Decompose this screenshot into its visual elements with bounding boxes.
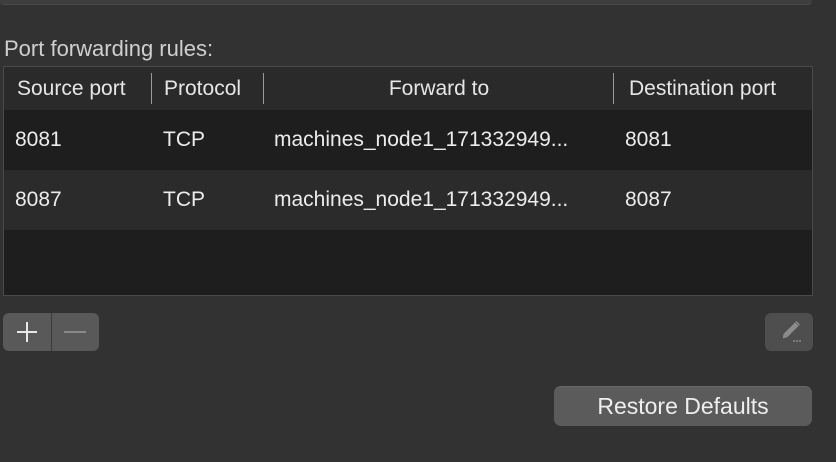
restore-defaults-button[interactable]: Restore Defaults xyxy=(554,386,812,426)
remove-rule-button[interactable] xyxy=(51,313,99,351)
top-panel-edge xyxy=(0,0,812,5)
add-remove-segmented-control xyxy=(3,313,99,351)
table-row[interactable]: 8087 TCP machines_node1_171332949... 808… xyxy=(4,170,812,230)
port-forwarding-table[interactable]: Source port Protocol Forward to Destinat… xyxy=(3,66,813,296)
column-separator[interactable] xyxy=(151,73,152,104)
cell-protocol: TCP xyxy=(163,188,205,211)
cell-destination-port: 8087 xyxy=(625,188,672,211)
column-header-protocol[interactable]: Protocol xyxy=(164,67,241,110)
column-header-source-port[interactable]: Source port xyxy=(17,67,126,110)
cell-forward-to: machines_node1_171332949... xyxy=(274,128,569,151)
cell-source-port: 8087 xyxy=(15,188,62,211)
edit-rule-button[interactable] xyxy=(765,313,813,351)
cell-destination-port: 8081 xyxy=(625,128,672,151)
column-separator[interactable] xyxy=(613,73,614,104)
add-rule-button[interactable] xyxy=(3,313,51,351)
table-row[interactable]: 8081 TCP machines_node1_171332949... 808… xyxy=(4,110,812,170)
cell-forward-to: machines_node1_171332949... xyxy=(274,188,569,211)
section-label: Port forwarding rules: xyxy=(4,36,214,61)
cell-protocol: TCP xyxy=(163,128,205,151)
pencil-icon xyxy=(782,321,801,342)
column-header-forward-to[interactable]: Forward to xyxy=(264,67,614,110)
minus-icon xyxy=(64,331,86,333)
column-header-destination-port[interactable]: Destination port xyxy=(629,67,776,110)
plus-icon xyxy=(17,322,37,342)
cell-source-port: 8081 xyxy=(15,128,62,151)
table-header: Source port Protocol Forward to Destinat… xyxy=(4,67,812,110)
